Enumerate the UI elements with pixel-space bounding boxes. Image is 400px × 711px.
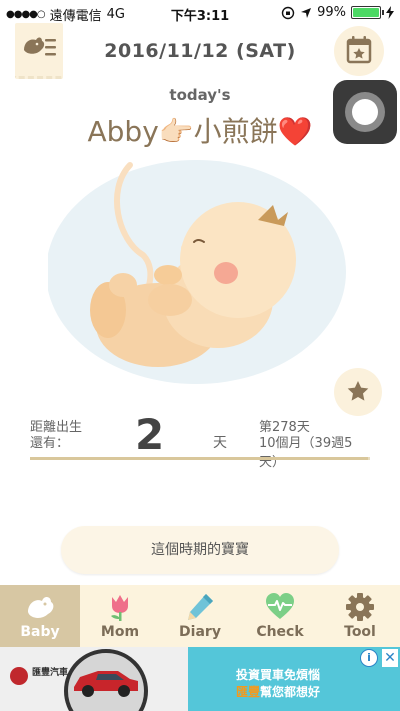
this-period-baby-button[interactable]: 這個時期的寶寶	[61, 526, 339, 574]
car-icon	[74, 671, 138, 697]
pregnancy-progress-bar	[30, 457, 370, 460]
heartbeat-icon	[266, 593, 294, 619]
tab-baby-label: Baby	[20, 624, 60, 640]
pregnancy-progress-fill	[30, 457, 368, 460]
countdown-info: 距離出生 還有： 2 天 第278天 10個月（39週5天）	[30, 410, 370, 470]
location-arrow-icon	[301, 7, 312, 18]
charging-bolt-icon	[386, 6, 394, 19]
ad-headline: 投資買車免煩惱	[236, 668, 321, 682]
tulip-icon	[111, 595, 128, 621]
tab-diary-label: Diary	[179, 624, 221, 640]
bottom-tab-bar: Baby Mom Diary Check Tool	[0, 585, 400, 647]
orientation-lock-icon	[281, 6, 295, 19]
gear-icon	[346, 593, 374, 621]
favorite-star-button[interactable]	[334, 368, 382, 416]
ad-close-icon[interactable]: ✕	[382, 649, 398, 667]
tab-tool-label: Tool	[344, 624, 376, 640]
tab-diary[interactable]: Diary	[160, 585, 240, 647]
calendar-star-icon	[346, 36, 372, 64]
pencil-icon	[188, 594, 213, 620]
tab-mom[interactable]: Mom	[80, 585, 160, 647]
tab-baby[interactable]: Baby	[0, 585, 80, 647]
ad-brand-logo	[10, 667, 28, 685]
ad-info-icon[interactable]: i	[360, 649, 378, 667]
days-remaining: 2	[135, 410, 165, 459]
fetus-illustration	[48, 160, 346, 384]
baby-bird-icon	[28, 596, 54, 618]
tab-mom-label: Mom	[100, 624, 140, 640]
tab-check-label: Check	[256, 624, 304, 640]
tab-tool[interactable]: Tool	[320, 585, 400, 647]
ad-subline-rest: 幫您都想好	[260, 685, 321, 699]
tab-check[interactable]: Check	[240, 585, 320, 647]
ad-banner[interactable]: 匯豐汽車 投資買車免煩惱 匯豐幫您都想好 i ✕	[0, 647, 400, 711]
ad-brand-name: 匯豐汽車	[32, 668, 69, 678]
ad-image: 匯豐汽車	[0, 647, 188, 711]
battery-percent: 99%	[317, 5, 346, 20]
ad-subline: 匯豐幫您都想好	[236, 683, 320, 700]
countdown-label-2: 還有：	[30, 436, 70, 451]
ad-car-image	[64, 649, 148, 711]
calendar-button[interactable]	[334, 26, 384, 76]
star-icon	[347, 381, 369, 401]
assistive-touch-button[interactable]	[333, 80, 397, 144]
ad-subline-highlight: 匯豐	[236, 685, 261, 699]
days-unit: 天	[213, 435, 227, 451]
battery-icon	[351, 6, 384, 19]
pregnancy-month-week: 10個月（39週5天）	[259, 436, 353, 470]
